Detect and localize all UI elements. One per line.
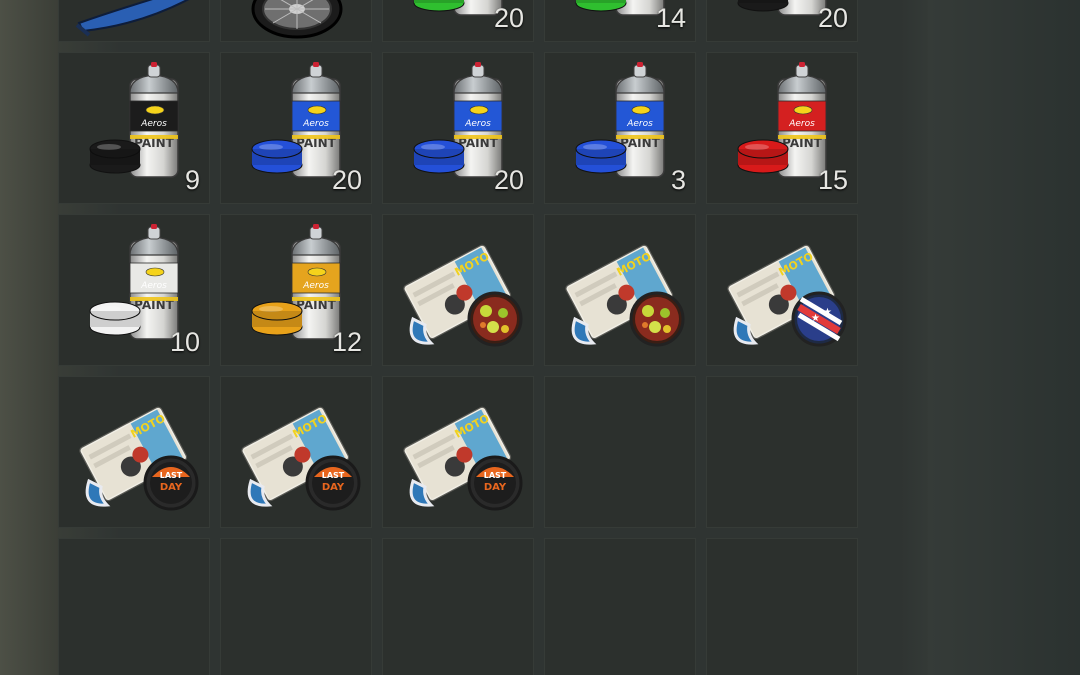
inventory-slot[interactable]: MOTO — [382, 214, 534, 366]
left-panel-edge — [0, 0, 58, 675]
inventory-slot[interactable]: Aeros PAINT 12 — [220, 214, 372, 366]
right-panel-edge — [928, 0, 1080, 675]
item-quantity: 3 — [670, 165, 686, 195]
svg-text:DAY: DAY — [160, 482, 183, 493]
svg-text:DAY: DAY — [322, 482, 345, 493]
item-quantity: 15 — [817, 165, 848, 195]
item-quantity: 9 — [184, 165, 200, 195]
motorcycle-frame-icon — [59, 0, 209, 41]
inventory-slot[interactable] — [58, 0, 210, 42]
item-quantity: 10 — [169, 327, 200, 357]
inventory-slot[interactable]: Aeros PAINT 15 — [706, 52, 858, 204]
inventory-slot[interactable]: Aeros PAINT 20 — [382, 0, 534, 42]
svg-text:Aeros: Aeros — [140, 119, 167, 129]
svg-text:LAST: LAST — [160, 471, 183, 480]
svg-text:★: ★ — [811, 313, 820, 324]
item-quantity: 20 — [493, 3, 524, 33]
svg-text:DAY: DAY — [484, 482, 507, 493]
svg-text:LAST: LAST — [322, 471, 345, 480]
item-quantity: 20 — [493, 165, 524, 195]
svg-text:Aeros: Aeros — [302, 119, 329, 129]
inventory-slot-empty[interactable] — [220, 538, 372, 675]
svg-text:LAST: LAST — [484, 471, 507, 480]
inventory-slot[interactable]: MOTO LAST DAY — [58, 376, 210, 528]
inventory-slot-empty[interactable] — [382, 538, 534, 675]
item-quantity: 20 — [331, 165, 362, 195]
inventory-slot[interactable]: Aeros PAINT 20 — [382, 52, 534, 204]
inventory-slot[interactable]: Aeros PAINT 3 — [544, 52, 696, 204]
inventory-screen: Aeros PAINT 20 — [0, 0, 1080, 675]
magazine-flag-icon: MOTO ★ ★ — [707, 215, 857, 365]
svg-text:Aeros: Aeros — [626, 119, 653, 129]
inventory-slot-empty[interactable] — [544, 376, 696, 528]
svg-text:Aeros: Aeros — [302, 281, 329, 291]
inventory-slot-empty[interactable] — [706, 538, 858, 675]
inventory-slot[interactable]: MOTO LAST DAY — [382, 376, 534, 528]
magazine-lastday-icon: MOTO LAST DAY — [59, 377, 209, 527]
inventory-slot[interactable]: MOTO LAST DAY — [220, 376, 372, 528]
magazine-pattern-icon: MOTO — [545, 215, 695, 365]
inventory-slot[interactable]: Aeros PAINT 10 — [58, 214, 210, 366]
magazine-lastday-icon: MOTO LAST DAY — [383, 377, 533, 527]
item-quantity: 20 — [817, 3, 848, 33]
inventory-slot[interactable]: MOTO — [544, 214, 696, 366]
magazine-pattern-icon: MOTO — [383, 215, 533, 365]
inventory-slot[interactable] — [220, 0, 372, 42]
inventory-slot-empty[interactable] — [544, 538, 696, 675]
tire-icon — [221, 0, 371, 41]
inventory-slot[interactable]: Aeros PAINT 9 — [58, 52, 210, 204]
inventory-grid: Aeros PAINT 20 — [58, 0, 860, 675]
inventory-slot[interactable]: MOTO ★ ★ — [706, 214, 858, 366]
inventory-slot[interactable]: Aeros PAINT 14 — [544, 0, 696, 42]
item-quantity: 14 — [655, 3, 686, 33]
svg-text:Aeros: Aeros — [140, 281, 167, 291]
inventory-slot[interactable]: Aeros PAINT 20 — [706, 0, 858, 42]
inventory-slot[interactable]: Aeros PAINT 20 — [220, 52, 372, 204]
item-quantity: 12 — [331, 327, 362, 357]
svg-text:Aeros: Aeros — [788, 119, 815, 129]
svg-text:★: ★ — [823, 307, 832, 318]
svg-text:Aeros: Aeros — [464, 119, 491, 129]
inventory-slot-empty[interactable] — [706, 376, 858, 528]
inventory-slot-empty[interactable] — [58, 538, 210, 675]
magazine-lastday-icon: MOTO LAST DAY — [221, 377, 371, 527]
